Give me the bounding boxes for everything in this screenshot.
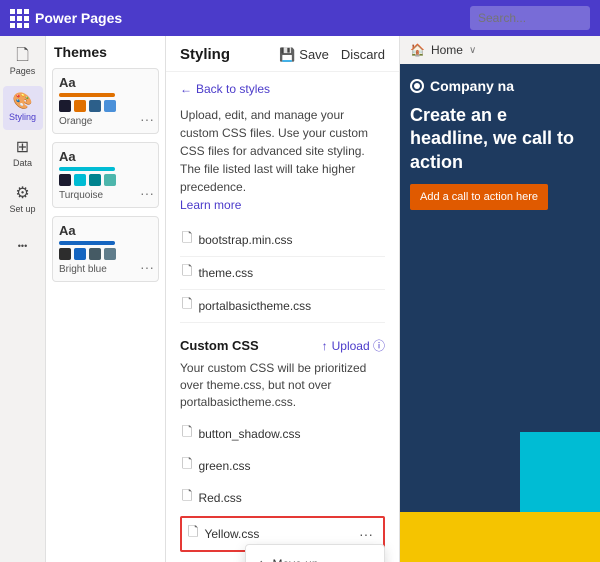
styling-body: ← Back to styles Upload, edit, and manag…: [166, 72, 399, 562]
description-text: Upload, edit, and manage your custom CSS…: [180, 106, 385, 214]
file-icon: 🗋: [182, 295, 192, 317]
app-name: Power Pages: [35, 10, 122, 26]
preview-panel: 🏠 Home ∨ Company na Create an e headline…: [400, 36, 600, 562]
yellow-css-container: 🗋 Yellow.css ··· ↑ Move up ⊘ Disable: [180, 516, 385, 552]
swatch: [74, 100, 86, 112]
preview-yellow-strip: [400, 512, 600, 562]
system-file-portal: 🗋 portalbasictheme.css: [180, 290, 385, 323]
preview-topbar: 🏠 Home ∨: [400, 36, 600, 64]
turquoise-bar: [59, 167, 115, 171]
turquoise-swatches: [59, 174, 152, 186]
styling-panel: Styling 💾 Save Discard ← Back to styles …: [166, 36, 400, 562]
preview-cta-button[interactable]: Add a call to action here: [410, 184, 548, 210]
custom-css-section-header: Custom CSS ↑ Upload ⓘ: [180, 337, 385, 354]
main-layout: 🗋 Pages 🎨 Styling ⊞ Data ⚙ Set up ••• Th…: [0, 36, 600, 562]
orange-swatches: [59, 100, 152, 112]
sidebar-styling-label: Styling: [9, 112, 36, 122]
swatch: [89, 248, 101, 260]
back-link[interactable]: ← Back to styles: [180, 82, 385, 96]
top-bar: Power Pages: [0, 0, 600, 36]
custom-file-red: 🗋 Red.css: [180, 482, 385, 514]
styling-header-actions: 💾 Save Discard: [279, 47, 385, 63]
swatch: [59, 100, 71, 112]
swatch: [59, 174, 71, 186]
styling-icon: 🎨: [13, 94, 33, 110]
icon-sidebar: 🗋 Pages 🎨 Styling ⊞ Data ⚙ Set up •••: [0, 36, 46, 562]
sidebar-item-more[interactable]: •••: [3, 224, 43, 268]
styling-header-title: Styling: [180, 46, 230, 63]
upload-icon: ↑: [322, 339, 328, 353]
swatch: [74, 174, 86, 186]
swatch: [89, 100, 101, 112]
preview-radio-row: Company na: [410, 78, 590, 94]
system-file-bootstrap: 🗋 bootstrap.min.css: [180, 224, 385, 257]
home-icon: 🏠: [410, 43, 425, 57]
preview-company-name: Company na: [430, 78, 514, 94]
preview-headline: Create an e headline, we call to action: [410, 104, 590, 174]
sidebar-item-setup[interactable]: ⚙ Set up: [3, 178, 43, 222]
sidebar-item-data[interactable]: ⊞ Data: [3, 132, 43, 176]
file-icon: 🗋: [182, 262, 192, 284]
theme-card-orange[interactable]: Aa Orange ···: [52, 68, 159, 134]
swatch: [104, 174, 116, 186]
swatch: [104, 248, 116, 260]
save-button[interactable]: 💾 Save: [279, 47, 329, 63]
custom-css-title: Custom CSS: [180, 338, 259, 353]
chevron-down-icon: ∨: [469, 45, 476, 56]
preview-home-label: Home: [431, 43, 463, 57]
styling-header: Styling 💾 Save Discard: [166, 36, 399, 72]
theme-more-bright-blue[interactable]: ···: [140, 259, 154, 275]
move-up-icon: ↑: [258, 556, 265, 562]
sidebar-setup-label: Set up: [9, 204, 35, 214]
bright-blue-bar: [59, 241, 115, 245]
file-icon: 🗋: [182, 229, 192, 251]
system-file-theme: 🗋 theme.css: [180, 257, 385, 290]
theme-card-turquoise[interactable]: Aa Turquoise ···: [52, 142, 159, 208]
sidebar-item-styling[interactable]: 🎨 Styling: [3, 86, 43, 130]
file-icon: 🗋: [182, 455, 192, 477]
yellow-more-button[interactable]: ···: [355, 526, 377, 542]
swatch: [59, 248, 71, 260]
custom-file-button-shadow: 🗋 button_shadow.css: [180, 418, 385, 450]
swatch: [74, 248, 86, 260]
file-icon: 🗋: [188, 523, 198, 545]
discard-button[interactable]: Discard: [341, 47, 385, 62]
theme-more-orange[interactable]: ···: [140, 111, 154, 127]
swatch: [104, 100, 116, 112]
orange-bar: [59, 93, 115, 97]
swatch: [89, 174, 101, 186]
arrow-left-icon: ←: [180, 82, 192, 96]
radio-button: [410, 79, 424, 93]
file-icon: 🗋: [182, 423, 192, 445]
themes-panel: Themes Aa Orange ··· Aa Turqu: [46, 36, 166, 562]
search-input[interactable]: [470, 6, 590, 30]
preview-teal-strip: [520, 432, 600, 512]
upload-button[interactable]: ↑ Upload ⓘ: [322, 337, 385, 354]
app-logo: Power Pages: [10, 9, 122, 28]
sidebar-item-pages[interactable]: 🗋 Pages: [3, 40, 43, 84]
sidebar-data-label: Data: [13, 158, 32, 168]
theme-card-bright-blue[interactable]: Aa Bright blue ···: [52, 216, 159, 282]
grid-icon: [10, 9, 29, 28]
file-icon: 🗋: [182, 487, 192, 509]
context-menu-move-up[interactable]: ↑ Move up: [246, 549, 384, 562]
preview-content: Company na Create an e headline, we call…: [400, 64, 600, 238]
learn-more-link[interactable]: Learn more: [180, 198, 241, 212]
save-icon: 💾: [279, 47, 295, 63]
sidebar-pages-label: Pages: [10, 66, 36, 76]
pages-icon: 🗋: [16, 48, 29, 64]
bright-blue-swatches: [59, 248, 152, 260]
more-label: •••: [18, 241, 27, 251]
custom-css-description: Your custom CSS will be prioritized over…: [180, 360, 385, 410]
context-menu: ↑ Move up ⊘ Disable ⬡ Edit code: [245, 544, 385, 562]
data-icon: ⊞: [16, 140, 29, 156]
setup-icon: ⚙: [15, 186, 29, 202]
themes-title: Themes: [52, 44, 159, 60]
custom-file-green: 🗋 green.css: [180, 450, 385, 482]
theme-more-turquoise[interactable]: ···: [140, 185, 154, 201]
